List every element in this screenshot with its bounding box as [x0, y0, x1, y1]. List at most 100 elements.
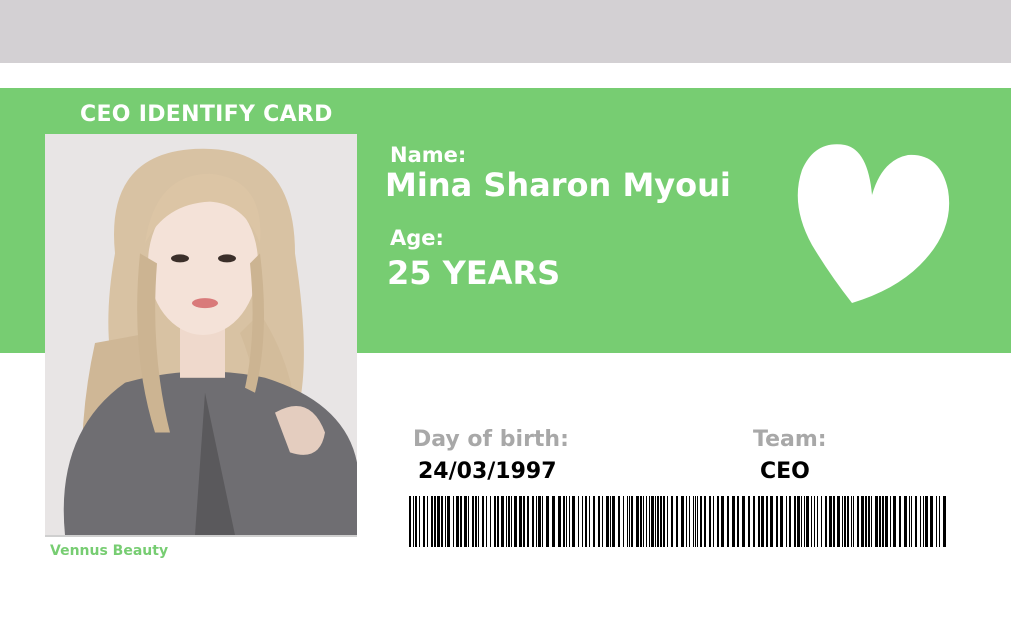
barcode-bar	[695, 496, 696, 547]
barcode-bar	[546, 496, 549, 547]
barcode-bar	[943, 496, 946, 547]
barcode-bar	[468, 496, 469, 547]
barcode-bar	[519, 496, 522, 547]
brand-name: Vennus Beauty	[50, 543, 169, 559]
barcode-bar	[789, 496, 791, 547]
barcode-bar	[697, 496, 698, 547]
barcode-bar	[837, 496, 840, 547]
barcode-bar	[486, 496, 487, 547]
barcode-bar	[801, 496, 802, 547]
barcode-bar	[865, 496, 867, 547]
barcode-bar	[508, 496, 510, 547]
barcode-bar	[409, 496, 411, 547]
barcode-bar	[663, 496, 665, 547]
barcode-bar	[851, 496, 852, 547]
barcode-bar	[646, 496, 647, 547]
barcode-bar	[558, 496, 561, 547]
barcode-bar	[842, 496, 843, 547]
barcode-bar	[640, 496, 642, 547]
barcode-bar	[431, 496, 433, 547]
barcode-bar	[413, 496, 414, 547]
portrait-photo	[45, 134, 357, 537]
barcode-bar	[923, 496, 924, 547]
barcode-bar	[704, 496, 706, 547]
barcode-bar	[453, 496, 454, 547]
barcode-bar	[890, 496, 891, 547]
barcode-bar	[936, 496, 937, 547]
barcode-bar	[538, 496, 541, 547]
barcode-bar	[511, 496, 512, 547]
barcode-bar	[569, 496, 570, 547]
barcode-bar	[893, 496, 896, 547]
barcode-bar	[930, 496, 933, 547]
barcode-bar	[618, 496, 620, 547]
barcode-bar	[494, 496, 496, 547]
barcode-bar	[532, 496, 534, 547]
barcode-bar	[811, 496, 812, 547]
barcode-bar	[536, 496, 537, 547]
heart-icon	[797, 144, 950, 303]
age-label: Age:	[390, 226, 444, 250]
barcode-bar	[523, 496, 525, 547]
barcode-bar	[572, 496, 575, 547]
barcode-bar	[623, 496, 624, 547]
barcode-bar	[434, 496, 436, 547]
barcode-bar	[593, 496, 595, 547]
barcode-bar	[419, 496, 420, 547]
barcode-bar	[636, 496, 639, 547]
barcode-bar	[761, 496, 764, 547]
barcode-bar	[447, 496, 450, 547]
barcode-bar	[612, 496, 615, 547]
barcode	[409, 496, 946, 547]
top-grey-bar	[0, 0, 1011, 63]
barcode-bar	[732, 496, 735, 547]
barcode-bar	[460, 496, 462, 547]
barcode-bar	[742, 496, 745, 547]
barcode-bar	[868, 496, 870, 547]
barcode-bar	[501, 496, 504, 547]
barcode-bar	[709, 496, 711, 547]
barcode-bar	[464, 496, 467, 547]
barcode-bar	[657, 496, 659, 547]
barcode-bar	[497, 496, 499, 547]
barcode-bar	[861, 496, 864, 547]
barcode-bar	[814, 496, 815, 547]
card-title: CEO IDENTIFY CARD	[80, 102, 333, 127]
barcode-bar	[748, 496, 750, 547]
barcode-bar	[776, 496, 778, 547]
barcode-bar	[939, 496, 940, 547]
team-value: CEO	[760, 459, 810, 484]
barcode-bar	[423, 496, 425, 547]
barcode-bar	[506, 496, 507, 547]
barcode-bar	[456, 496, 459, 547]
age-value: 25 YEARS	[387, 254, 561, 292]
barcode-bar	[875, 496, 878, 547]
barcode-bar	[552, 496, 555, 547]
barcode-bar	[649, 496, 650, 547]
barcode-bar	[441, 496, 443, 547]
barcode-bar	[681, 496, 684, 547]
barcode-bar	[915, 496, 917, 547]
barcode-bar	[817, 496, 818, 547]
barcode-bar	[563, 496, 565, 547]
barcode-bar	[770, 496, 773, 547]
barcode-bar	[847, 496, 849, 547]
dob-label: Day of birth:	[413, 427, 569, 452]
barcode-bar	[542, 496, 543, 547]
barcode-bar	[904, 496, 907, 547]
barcode-bar	[806, 496, 809, 547]
barcode-bar	[786, 496, 787, 547]
barcode-bar	[655, 496, 656, 547]
barcode-bar	[482, 496, 484, 547]
barcode-bar	[700, 496, 702, 547]
barcode-bar	[602, 496, 603, 547]
barcode-bar	[885, 496, 888, 547]
barcode-bar	[415, 496, 417, 547]
barcode-bar	[911, 496, 912, 547]
barcode-bar	[925, 496, 928, 547]
barcode-bar	[825, 496, 827, 547]
barcode-bar	[589, 496, 590, 547]
barcode-bar	[651, 496, 654, 547]
barcode-bar	[631, 496, 633, 547]
barcode-bar	[478, 496, 479, 547]
